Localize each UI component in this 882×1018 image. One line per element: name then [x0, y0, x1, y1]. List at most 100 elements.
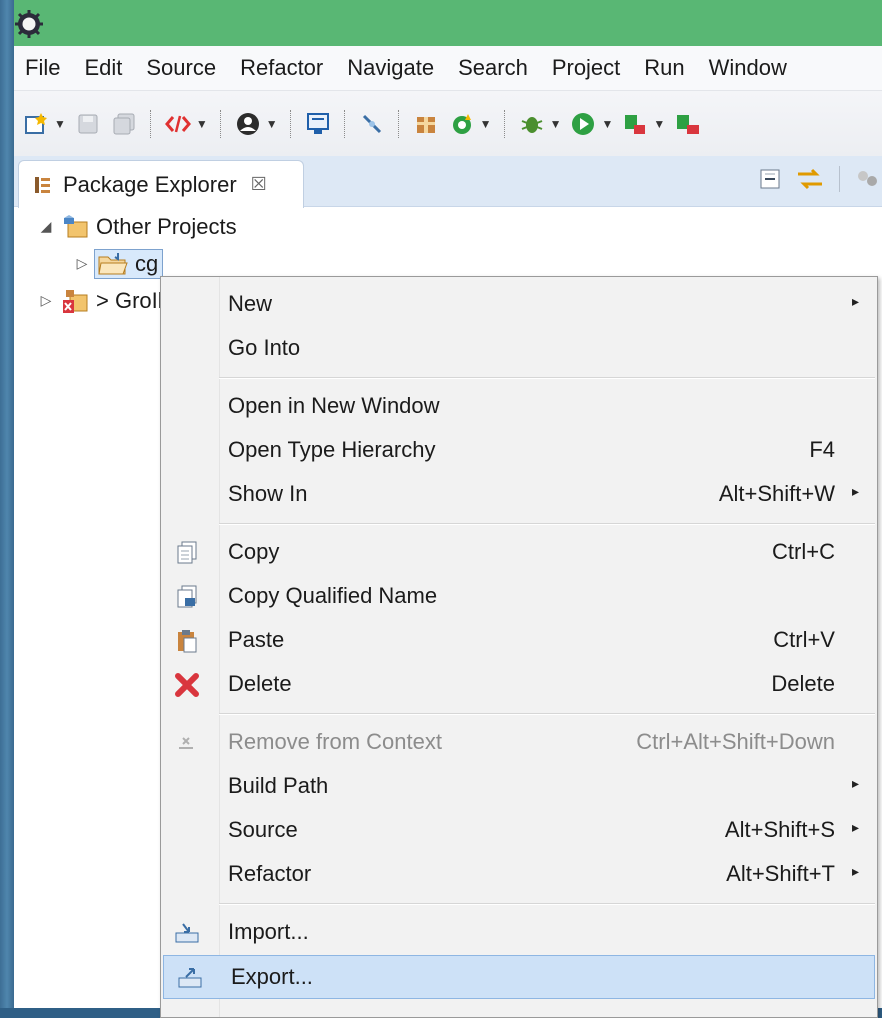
menu-item-import[interactable]: Import...: [161, 911, 877, 953]
copy-qualified-icon: [173, 583, 201, 611]
menu-item-open-type-hierarchy[interactable]: Open Type Hierarchy F4: [161, 429, 877, 471]
tree-item-other-projects[interactable]: ◢ Other Projects: [14, 208, 882, 245]
refresh-icon[interactable]: [448, 110, 476, 138]
menu-item-label: Refactor: [228, 861, 312, 886]
menu-window[interactable]: Window: [698, 46, 800, 90]
expanded-arrow-icon[interactable]: ◢: [38, 218, 54, 235]
menu-item-open-in-new-window[interactable]: Open in New Window: [161, 385, 877, 427]
chevron-down-icon[interactable]: ▼: [54, 117, 66, 131]
menu-item-source[interactable]: Source Alt+Shift+S ▸: [161, 809, 877, 851]
menu-edit[interactable]: Edit: [73, 46, 135, 90]
menu-item-label: Delete: [228, 671, 292, 696]
chevron-down-icon[interactable]: ▼: [196, 117, 208, 131]
menu-item-build-path[interactable]: Build Path ▸: [161, 765, 877, 807]
open-folder-icon: [98, 252, 128, 274]
chevron-down-icon[interactable]: ▼: [266, 117, 278, 131]
run-external-icon[interactable]: [621, 110, 649, 138]
tree-label: > GroIl: [96, 287, 163, 313]
menu-item-delete[interactable]: Delete Delete: [161, 663, 877, 705]
context-menu: New ▸ Go Into Open in New Window Open Ty…: [160, 276, 878, 1018]
tab-package-explorer[interactable]: Package Explorer ☒: [18, 160, 304, 208]
toolbar-separator: [503, 110, 506, 138]
save-icon[interactable]: [74, 110, 102, 138]
toolbar-separator: [149, 110, 152, 138]
copy-icon: [173, 539, 201, 567]
menu-item-refactor[interactable]: Refactor Alt+Shift+T ▸: [161, 853, 877, 895]
menu-item-copy-qualified-name[interactable]: Copy Qualified Name: [161, 575, 877, 617]
toolbar-separator: [289, 110, 292, 138]
menu-item-label: Source: [228, 817, 298, 842]
menu-item-shortcut: Ctrl+C: [772, 539, 835, 564]
menu-item-copy[interactable]: Copy Ctrl+C: [161, 531, 877, 573]
menu-item-label: Show In: [228, 481, 308, 506]
menu-item-shortcut: Alt+Shift+S: [724, 817, 835, 842]
menu-separator: [219, 523, 875, 525]
menu-navigate[interactable]: Navigate: [336, 46, 447, 90]
submenu-arrow-icon: ▸: [851, 819, 859, 835]
collapse-all-icon[interactable]: [759, 168, 781, 190]
submenu-arrow-icon: ▸: [851, 863, 859, 879]
project-error-icon: [60, 287, 90, 315]
menu-run[interactable]: Run: [633, 46, 697, 90]
desktop-background: [0, 0, 14, 1008]
menu-item-go-into[interactable]: Go Into: [161, 327, 877, 369]
export-icon: [176, 964, 204, 992]
title-bar: [14, 0, 882, 46]
menu-item-label: Copy: [228, 539, 280, 564]
menu-bar: File Edit Source Refactor Navigate Searc…: [14, 46, 882, 91]
collapsed-arrow-icon[interactable]: ▷: [38, 292, 54, 309]
menu-project[interactable]: Project: [541, 46, 633, 90]
close-icon[interactable]: ☒: [251, 174, 267, 195]
tab-label: Package Explorer: [63, 171, 237, 197]
menu-item-label: Go Into: [228, 335, 301, 360]
link-icon[interactable]: [358, 110, 386, 138]
package-explorer-icon: [35, 176, 50, 193]
submenu-arrow-icon: ▸: [851, 483, 859, 499]
chevron-down-icon[interactable]: ▼: [550, 117, 562, 131]
menu-item-paste[interactable]: Paste Ctrl+V: [161, 619, 877, 661]
collapsed-arrow-icon[interactable]: ▷: [74, 255, 90, 272]
view-menu-icon[interactable]: [854, 167, 882, 191]
menu-file[interactable]: File: [14, 46, 73, 90]
chevron-down-icon[interactable]: ▼: [653, 117, 665, 131]
new-wizard-icon[interactable]: [22, 110, 50, 138]
menu-item-label: Paste: [228, 627, 285, 652]
profile-icon[interactable]: [234, 110, 262, 138]
chevron-down-icon[interactable]: ▼: [601, 117, 613, 131]
paste-icon: [173, 627, 201, 655]
toolbar-separator: [839, 166, 840, 192]
menu-item-shortcut: Ctrl+Alt+Shift+Down: [636, 729, 835, 754]
menu-refactor[interactable]: Refactor: [229, 46, 336, 90]
menu-item-remove-from-context[interactable]: Remove from Context Ctrl+Alt+Shift+Down: [161, 721, 877, 763]
package-icon[interactable]: [412, 110, 440, 138]
eclipse-logo-icon: [15, 10, 43, 38]
menu-separator: [219, 713, 875, 715]
working-set-icon: [60, 213, 90, 241]
link-with-editor-icon[interactable]: [795, 166, 825, 192]
menu-item-label: New: [228, 291, 273, 316]
menu-item-new[interactable]: New ▸: [161, 283, 877, 325]
tree-label: Other Projects: [96, 213, 237, 239]
menu-item-show-in[interactable]: Show In Alt+Shift+W ▸: [161, 473, 877, 515]
monitor-icon[interactable]: [304, 110, 332, 138]
remove-context-icon: [173, 729, 201, 757]
menu-item-label: Copy Qualified Name: [228, 583, 438, 608]
menu-item-label: Export...: [231, 964, 313, 989]
menu-item-label: Import...: [228, 919, 309, 944]
menu-search[interactable]: Search: [447, 46, 541, 90]
menu-item-shortcut: Alt+Shift+T: [726, 861, 835, 886]
toolbar-separator: [219, 110, 222, 138]
code-icon[interactable]: [164, 110, 192, 138]
main-toolbar: ▼ ▼ ▼ ▼ ▼ ▼ ▼: [14, 91, 882, 157]
run-icon[interactable]: [569, 110, 597, 138]
menu-item-export[interactable]: Export...: [163, 955, 875, 999]
debug-icon[interactable]: [518, 110, 546, 138]
menu-separator: [219, 377, 875, 379]
menu-source[interactable]: Source: [135, 46, 229, 90]
menu-item-label: Open Type Hierarchy: [228, 437, 436, 462]
server-icon[interactable]: [673, 110, 701, 138]
save-all-icon[interactable]: [110, 110, 138, 138]
chevron-down-icon[interactable]: ▼: [480, 117, 492, 131]
menu-item-shortcut: Ctrl+V: [773, 627, 835, 652]
selected-project[interactable]: cg: [94, 248, 164, 279]
